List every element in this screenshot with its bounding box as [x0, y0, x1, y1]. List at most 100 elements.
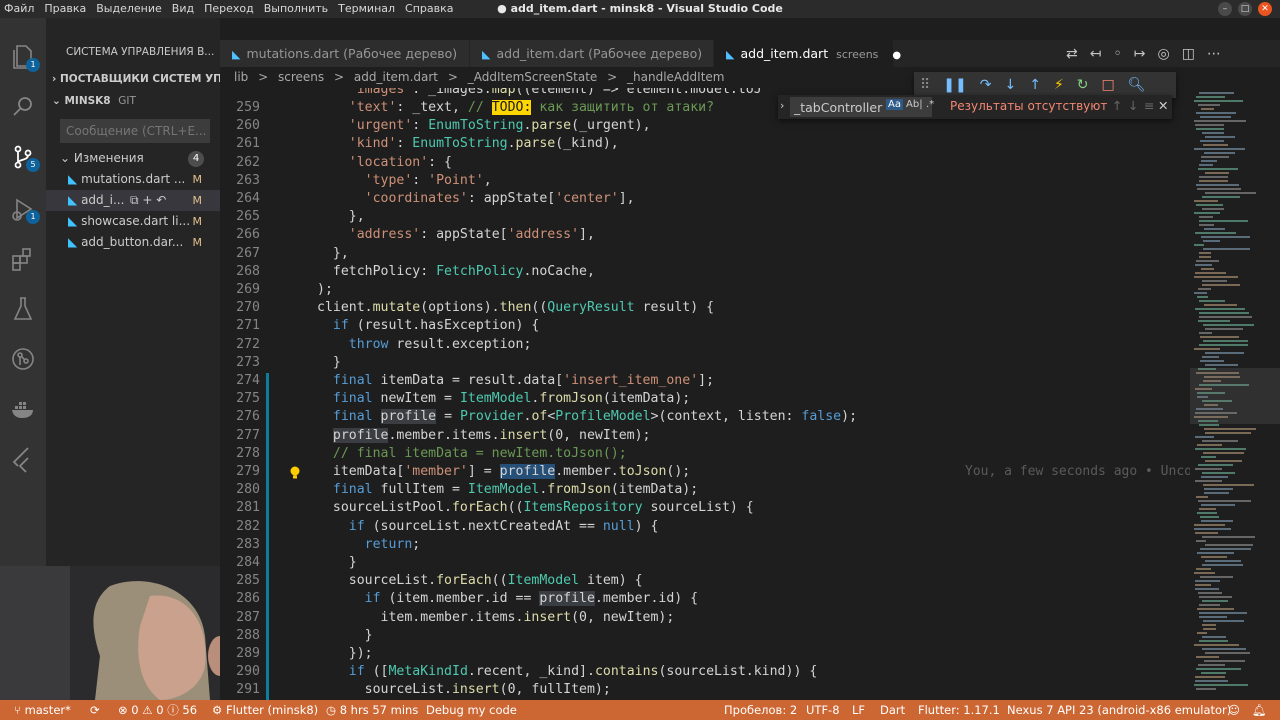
pause-icon[interactable]: ❚❚	[943, 77, 966, 93]
sync-icon[interactable]: ⟳	[90, 700, 100, 720]
menu-terminal[interactable]: Терминал	[338, 2, 395, 15]
gutter-modified-marker[interactable]	[266, 373, 269, 393]
minimap[interactable]	[1190, 88, 1280, 700]
encoding-status[interactable]: UTF-8	[806, 700, 840, 720]
match-whole-word-toggle[interactable]: Ab|	[906, 99, 923, 110]
breadcrumb-method[interactable]: _handleAddItem	[627, 70, 724, 84]
close-window-button[interactable]: ✕	[1258, 2, 1272, 16]
menu-view[interactable]: Вид	[172, 2, 194, 15]
flutter-icon[interactable]	[8, 444, 38, 474]
gutter-modified-marker[interactable]	[266, 555, 269, 575]
more-actions-icon[interactable]: ⋯	[1207, 46, 1221, 62]
gutter-modified-marker[interactable]	[266, 427, 269, 447]
extensions-icon[interactable]	[8, 244, 38, 274]
step-into-icon[interactable]: ↓	[1004, 77, 1016, 93]
feedback-icon[interactable]: ☺	[1228, 700, 1240, 720]
branch-status[interactable]: ⑂ master*	[14, 700, 71, 720]
code-editor[interactable]: 'images': _images.map((element) => eleme…	[220, 88, 1190, 700]
menu-run[interactable]: Выполнить	[264, 2, 328, 15]
tab-add-item-active[interactable]: ◣ add_item.dart screens ●	[714, 40, 901, 67]
open-changes-icon[interactable]: ⇄	[1066, 46, 1078, 62]
menu-help[interactable]: Справка	[405, 2, 453, 15]
discard-changes-icon[interactable]: ↶	[156, 193, 166, 207]
menu-go[interactable]: Переход	[204, 2, 254, 15]
previous-match-icon[interactable]: ↑	[1112, 98, 1122, 113]
changed-file-item[interactable]: ◣ add_button.dar... M	[46, 232, 220, 253]
device-status[interactable]: Nexus 7 API 23 (android-x86 emulator)	[1007, 700, 1231, 720]
debug-my-code-status[interactable]: Debug my code	[426, 700, 517, 720]
use-regex-toggle[interactable]: .*	[926, 99, 934, 110]
open-file-icon[interactable]: ⧉	[130, 193, 139, 207]
flutter-outline-icon[interactable]: ◎	[1157, 46, 1169, 62]
tab-add-item-working-tree[interactable]: ◣add_item.dart (Рабочее дерево) ●	[470, 40, 725, 67]
gutter-modified-marker[interactable]	[266, 445, 269, 465]
docker-icon[interactable]	[8, 394, 38, 424]
gutter-modified-marker[interactable]	[266, 500, 269, 520]
find-in-selection-icon[interactable]: ≡	[1144, 98, 1154, 113]
commit-message-input[interactable]	[60, 119, 210, 143]
lightbulb-icon[interactable]	[289, 466, 301, 480]
flutter-inspector-icon[interactable]: 🔍︎	[1128, 77, 1146, 93]
breadcrumb-lib[interactable]: lib	[234, 70, 248, 84]
previous-change-icon[interactable]: ◦	[1113, 46, 1121, 62]
gutter-modified-marker[interactable]	[266, 646, 269, 666]
toggle-replace-icon[interactable]: ›	[780, 99, 784, 112]
notifications-bell-icon[interactable]: 🔔︎	[1252, 700, 1267, 720]
gutter-modified-marker[interactable]	[266, 518, 269, 538]
next-match-icon[interactable]: ↓	[1128, 98, 1138, 113]
repo-section[interactable]: ⌄ MINSK8 GIT	[46, 90, 220, 112]
gutter-modified-marker[interactable]	[266, 464, 269, 484]
drag-handle-icon[interactable]: ⠿	[920, 77, 930, 93]
unsaved-dot-icon[interactable]: ●	[892, 50, 901, 61]
gutter-modified-marker[interactable]	[266, 591, 269, 611]
breadcrumb-screens[interactable]: screens	[278, 70, 324, 84]
stage-plus-icon[interactable]: +	[142, 193, 152, 207]
gutter-modified-marker[interactable]	[266, 664, 269, 684]
gutter-modified-marker[interactable]	[266, 482, 269, 502]
menu-edit[interactable]: Правка	[44, 2, 86, 15]
explorer-icon[interactable]: 1	[8, 42, 40, 72]
changed-file-item-selected[interactable]: ◣ add_i... ⧉ + ↶ M	[46, 190, 220, 211]
search-icon[interactable]	[8, 92, 38, 122]
git-graph-icon[interactable]	[8, 344, 38, 374]
menu-file[interactable]: Файл	[4, 2, 34, 15]
next-change-icon[interactable]: ↦	[1134, 46, 1146, 62]
changes-group[interactable]: ⌄ Изменения 4	[46, 148, 220, 169]
split-editor-icon[interactable]: ◫	[1182, 46, 1195, 62]
gutter-modified-marker[interactable]	[266, 609, 269, 629]
match-case-toggle[interactable]: Aa	[886, 99, 903, 110]
eol-status[interactable]: LF	[852, 700, 865, 720]
tab-mutations-working-tree[interactable]: ◣ mutations.dart (Рабочее дерево)	[220, 40, 470, 67]
scm-providers-section[interactable]: › ПОСТАВЩИКИ СИСТЕМ УП...	[46, 68, 220, 90]
testing-flask-icon[interactable]	[8, 294, 38, 324]
close-find-icon[interactable]: ✕	[1158, 98, 1168, 113]
gutter-modified-marker[interactable]	[266, 391, 269, 411]
minimize-button[interactable]: –	[1218, 2, 1232, 16]
gutter-modified-marker[interactable]	[266, 682, 269, 700]
stop-icon[interactable]: □	[1102, 77, 1115, 93]
language-status[interactable]: Dart	[880, 700, 905, 720]
restart-icon[interactable]: ↻	[1077, 77, 1089, 93]
gutter-modified-marker[interactable]	[266, 409, 269, 429]
hot-reload-icon[interactable]: ⚡	[1054, 77, 1064, 93]
flutter-debug-status[interactable]: ⚙ Flutter (minsk8)	[212, 700, 318, 720]
changed-file-item[interactable]: ◣ showcase.dart li... M	[46, 211, 220, 232]
step-over-icon[interactable]: ↷	[980, 77, 992, 93]
indentation-status[interactable]: Пробелов: 2	[724, 700, 797, 720]
breadcrumb-file[interactable]: add_item.dart	[354, 70, 438, 84]
source-control-icon[interactable]: 5	[8, 142, 40, 172]
gutter-modified-marker[interactable]	[266, 536, 269, 556]
go-back-icon[interactable]: ↤	[1090, 46, 1102, 62]
step-out-icon[interactable]: ↑	[1029, 77, 1041, 93]
gutter-modified-marker[interactable]	[266, 573, 269, 593]
gutter-modified-marker[interactable]	[266, 627, 269, 647]
maximize-button[interactable]: □	[1238, 2, 1252, 16]
problems-status[interactable]: ⊗ 0 ⚠ 0 ⓘ 56	[118, 700, 197, 720]
minimap-slider[interactable]	[1190, 368, 1280, 424]
changed-file-item[interactable]: ◣ mutations.dart ... M	[46, 169, 220, 190]
run-debug-icon[interactable]: 1	[8, 194, 40, 224]
menu-selection[interactable]: Выделение	[96, 2, 162, 15]
breadcrumb-class[interactable]: _AddItemScreenState	[468, 70, 598, 84]
flutter-version-status[interactable]: Flutter: 1.17.1	[918, 700, 1000, 720]
time-tracker-status[interactable]: ◷ 8 hrs 57 mins	[326, 700, 418, 720]
